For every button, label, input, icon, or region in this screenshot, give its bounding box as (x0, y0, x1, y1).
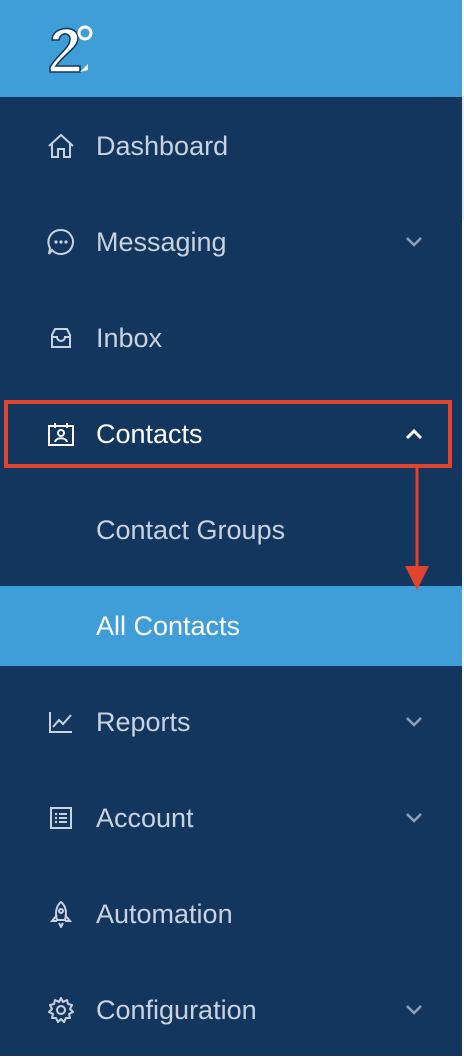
sidebar-item-label: Configuration (96, 995, 257, 1025)
sidebar-item-label: Reports (96, 707, 191, 737)
sidebar-item-messaging[interactable]: Messaging (0, 194, 462, 290)
sidebar-item-reports[interactable]: Reports (0, 674, 462, 770)
annotation-arrow-icon (400, 468, 434, 592)
sidebar-subitem-contact-groups[interactable]: Contact Groups (0, 482, 462, 578)
sidebar-item-automation[interactable]: Automation (0, 866, 462, 962)
sidebar-item-dashboard[interactable]: Dashboard (0, 98, 462, 194)
chevron-down-icon[interactable] (400, 230, 428, 254)
sidebar-item-label: Dashboard (96, 131, 229, 161)
sidebar-item-label: Automation (96, 899, 233, 929)
home-icon (46, 132, 76, 160)
chevron-down-icon[interactable] (400, 710, 428, 734)
sidebar-header (0, 0, 462, 97)
inbox-icon (46, 324, 76, 352)
sidebar: Dashboard Messaging Inbox Contacts Conta… (0, 0, 462, 1056)
chevron-down-icon[interactable] (400, 998, 428, 1022)
line-chart-icon (46, 708, 76, 736)
list-document-icon (46, 804, 76, 832)
sidebar-item-label: Contact Groups (96, 515, 286, 545)
annotation-highlight-box (4, 400, 452, 468)
chevron-down-icon[interactable] (400, 806, 428, 830)
sidebar-item-label: All Contacts (96, 611, 241, 641)
chat-bubble-icon (46, 228, 76, 256)
sidebar-item-account[interactable]: Account (0, 770, 462, 866)
sidebar-item-label: Inbox (96, 323, 163, 353)
sidebar-item-label: Account (96, 803, 194, 833)
brand-logo-icon[interactable] (44, 20, 96, 76)
sidebar-subitem-all-contacts[interactable]: All Contacts (0, 586, 462, 666)
sidebar-item-inbox[interactable]: Inbox (0, 290, 462, 386)
sidebar-item-configuration[interactable]: Configuration (0, 962, 462, 1058)
gear-icon (46, 996, 76, 1024)
rocket-icon (46, 900, 76, 928)
sidebar-item-label: Messaging (96, 227, 227, 257)
